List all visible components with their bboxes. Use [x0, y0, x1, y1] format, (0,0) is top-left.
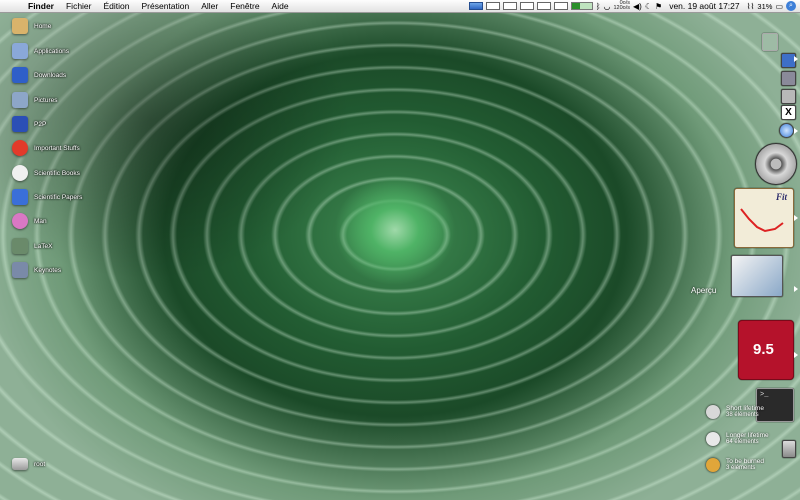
app-dock-icon[interactable]	[781, 89, 796, 104]
dock-arrow-icon	[794, 286, 798, 292]
badge-dock-icon[interactable]: 9.5	[738, 320, 794, 380]
keynotes-icon	[12, 262, 28, 278]
stack-short-lifetime[interactable]: Short lifetime 38 éléments	[706, 405, 764, 419]
desktop-icon-label: Man	[34, 217, 47, 225]
trash-icon[interactable]	[782, 440, 796, 458]
desktop-icon-home[interactable]: Home	[12, 18, 51, 34]
window-icon[interactable]	[519, 2, 534, 10]
desktop-icon-root[interactable]: root	[12, 458, 45, 470]
fit-dock-icon[interactable]: Fit	[734, 188, 794, 248]
menu-fenetre[interactable]: Fenêtre	[224, 1, 265, 11]
battery-icon[interactable]: ▭	[775, 2, 783, 11]
preview-label: Aperçu	[691, 286, 717, 295]
dock-hide-icon[interactable]	[762, 33, 778, 51]
man-icon	[12, 213, 28, 229]
desktop-icon-label: Scientific Books	[34, 169, 80, 177]
stack-title: To be burned	[726, 458, 764, 465]
spotlight-icon[interactable]: ⌕	[786, 1, 796, 11]
stack-title: Longer lifetime	[726, 432, 769, 439]
dock-arrow-icon	[794, 352, 798, 358]
volume-icon[interactable]: ◀)	[633, 2, 642, 11]
battery-percent[interactable]: 31%	[757, 2, 772, 11]
window-icon[interactable]	[485, 2, 500, 10]
menu-bar: Finder Fichier Édition Présentation Alle…	[0, 0, 800, 13]
window-icon[interactable]	[553, 2, 568, 10]
x11-dock-icon[interactable]: X	[781, 105, 796, 120]
hard-drive-icon	[12, 458, 28, 470]
desktop-wallpaper	[0, 0, 800, 500]
dock-arrow-icon	[794, 56, 798, 62]
longer-lifetime-icon	[706, 432, 720, 446]
desktop-icon-label: P2P	[34, 120, 47, 128]
desktop-icon-label: Downloads	[34, 71, 67, 79]
applications-icon	[12, 43, 28, 59]
downloads-icon	[12, 67, 28, 83]
desktop-icon-applications[interactable]: Applications	[12, 43, 69, 59]
bluetooth-icon[interactable]: ᛒ	[596, 2, 601, 11]
preview-dock-icon[interactable]	[731, 255, 783, 297]
menu-finder[interactable]: Finder	[22, 1, 60, 11]
status-area: ᛒ ◡ 0o/s 120o/s ◀) ☾ ⚑ ven. 19 août 17:2…	[468, 0, 796, 12]
desktop-icon-label: LaTeX	[34, 242, 53, 250]
cpu-meter-icon[interactable]	[570, 2, 593, 10]
desktop-icon-latex[interactable]: LaTeX	[12, 238, 52, 254]
stack-title: Short lifetime	[726, 405, 764, 412]
spaces-icon[interactable]	[468, 2, 483, 10]
window-icon[interactable]	[502, 2, 517, 10]
menu-aide[interactable]: Aide	[266, 1, 295, 11]
stack-longer-lifetime[interactable]: Longer lifetime 64 éléments	[706, 432, 769, 446]
desktop-icon-label: Applications	[34, 47, 70, 55]
desktop-icon-label: Home	[34, 22, 52, 30]
menu-presentation[interactable]: Présentation	[136, 1, 196, 11]
desktop-icon-keynotes[interactable]: Keynotes	[12, 262, 61, 278]
desktop-icon-p2p[interactable]: P2P	[12, 116, 46, 132]
moon-icon[interactable]: ☾	[645, 2, 652, 11]
to-be-burned-icon	[706, 458, 720, 472]
stack-count: 64 éléments	[726, 439, 759, 445]
desktop-icon-man[interactable]: Man	[12, 213, 47, 229]
network-speed: 0o/s 120o/s	[613, 0, 631, 12]
short-lifetime-icon	[706, 405, 720, 419]
home-icon	[12, 18, 28, 34]
menu-edition[interactable]: Édition	[98, 1, 136, 11]
papers-icon	[12, 189, 28, 205]
important-icon	[12, 140, 28, 156]
desktop-icon-scientific-books[interactable]: Scientific Books	[12, 165, 80, 181]
desktop-icon-label: Important Stuffs	[34, 144, 80, 152]
desktop-icon-scientific-papers[interactable]: Scientific Papers	[12, 189, 82, 205]
wifi-icon[interactable]: ◡	[604, 2, 611, 11]
stack-count: 38 éléments	[726, 412, 759, 418]
desktop-icon-label: Scientific Papers	[34, 193, 83, 201]
desktop-icon-label: Pictures	[34, 96, 58, 104]
badge-label: 9.5	[753, 341, 774, 358]
flag-icon[interactable]: ⚑	[655, 2, 662, 11]
p2p-icon	[12, 116, 28, 132]
desktop-icon-downloads[interactable]: Downloads	[12, 67, 66, 83]
net-down-speed: 120o/s	[613, 5, 631, 11]
menu-aller[interactable]: Aller	[195, 1, 224, 11]
app-dock-icon[interactable]	[781, 71, 796, 86]
dock-arrow-icon	[794, 128, 798, 134]
desktop-icon-label: root	[34, 460, 46, 468]
latex-icon	[12, 238, 28, 254]
menu-fichier[interactable]: Fichier	[60, 1, 98, 11]
battery-graph-icon[interactable]: ⌇⌇	[747, 2, 755, 11]
fit-graph-icon	[740, 208, 784, 233]
itunes-dock-icon[interactable]	[755, 143, 797, 185]
pictures-icon	[12, 92, 28, 108]
safari-dock-icon[interactable]	[779, 123, 794, 138]
window-icon[interactable]	[536, 2, 551, 10]
dock-arrow-icon	[794, 215, 798, 221]
desktop-icon-label: Keynotes	[34, 266, 62, 274]
menu-clock[interactable]: ven. 19 août 17:27	[665, 1, 743, 11]
desktop-icon-important-stuffs[interactable]: Important Stuffs	[12, 140, 80, 156]
desktop-icon-pictures[interactable]: Pictures	[12, 92, 57, 108]
stack-to-be-burned[interactable]: To be burned 3 éléments	[706, 458, 764, 472]
stack-count: 3 éléments	[726, 465, 756, 471]
books-icon	[12, 165, 28, 181]
